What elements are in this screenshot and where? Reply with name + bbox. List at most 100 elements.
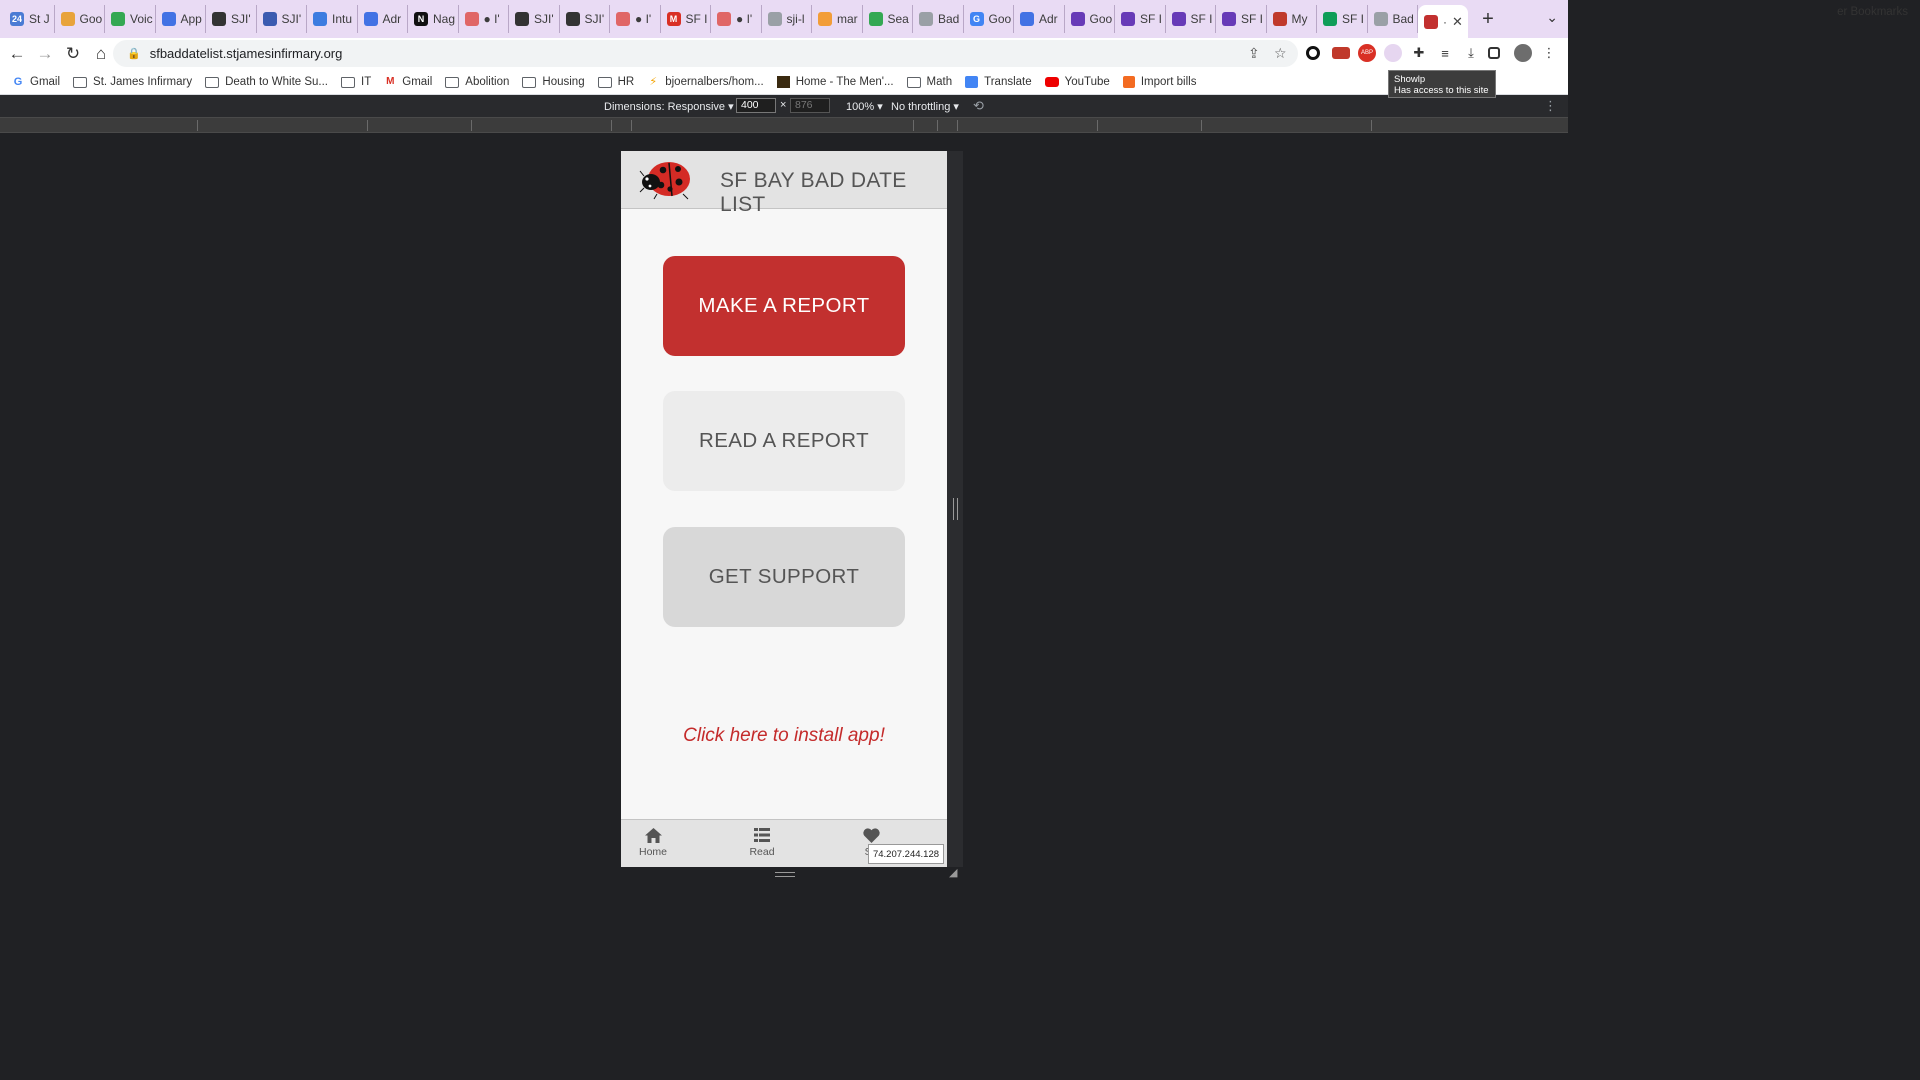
tab-favicon-icon: M — [666, 12, 681, 26]
tab[interactable]: SJI' — [206, 5, 257, 33]
device-more-icon[interactable]: ⋮ — [1544, 98, 1557, 114]
extension-circle-icon[interactable] — [1306, 46, 1320, 60]
tab[interactable]: Intu — [307, 5, 358, 33]
tab[interactable]: Goo — [55, 5, 105, 33]
tab[interactable]: SF I — [1317, 5, 1368, 33]
tab[interactable]: ● I' — [711, 5, 762, 33]
adblock-icon[interactable]: ABP — [1358, 44, 1376, 62]
resize-handle-right[interactable] — [953, 498, 958, 520]
tab[interactable]: N Nag — [408, 5, 459, 33]
dimensions-dropdown[interactable]: Dimensions: Responsive ▾ — [604, 100, 734, 113]
bookmark-item[interactable]: Home - The Men'... — [776, 76, 894, 88]
media-query-ruler[interactable] — [0, 117, 1568, 133]
ruler-tick — [937, 120, 938, 131]
url-text[interactable]: sfbaddatelist.stjamesinfirmary.org — [150, 46, 343, 61]
bookmark-item[interactable]: IT — [341, 76, 371, 88]
tab[interactable]: My — [1267, 5, 1317, 33]
share-icon[interactable]: ⇪ — [1248, 45, 1260, 62]
tab-favicon-icon — [1373, 12, 1388, 26]
tab[interactable]: M SF I — [661, 5, 711, 33]
bookmark-item[interactable]: YouTube — [1044, 76, 1110, 88]
bookmark-label: St. James Infirmary — [93, 76, 193, 88]
tab-label: SJI' — [231, 12, 251, 26]
home-icon[interactable]: ⌂ — [88, 41, 114, 67]
back-arrow-icon[interactable]: ← — [4, 41, 30, 67]
folder-icon — [445, 76, 460, 88]
throttling-dropdown[interactable]: No throttling ▾ — [891, 100, 959, 113]
site-icon — [776, 76, 790, 88]
tab[interactable]: mar — [812, 5, 863, 33]
install-app-link[interactable]: Click here to install app! — [621, 725, 947, 747]
tab[interactable]: SF I — [1115, 5, 1166, 33]
other-bookmarks[interactable]: er Bookmarks — [1837, 6, 1908, 18]
profile-avatar[interactable] — [1514, 44, 1532, 62]
bookmark-item[interactable]: M Gmail — [384, 76, 432, 88]
bookmark-star-icon[interactable]: ☆ — [1274, 45, 1287, 62]
tab[interactable]: ● I' — [610, 5, 661, 33]
bookmark-label: Housing — [542, 76, 585, 88]
extension-red-icon[interactable] — [1332, 47, 1350, 59]
nav-home[interactable]: Home — [623, 826, 683, 858]
bookmark-item[interactable]: Death to White Su... — [205, 76, 328, 88]
lock-icon[interactable]: 🔒 — [127, 47, 141, 60]
tab[interactable]: Voic — [105, 5, 156, 33]
tab-favicon-icon — [464, 12, 479, 26]
resize-handle-corner[interactable]: ◢ — [949, 866, 957, 879]
reading-list-icon[interactable]: ≡ — [1436, 44, 1454, 62]
tab[interactable]: G Goo — [964, 5, 1014, 33]
bookmark-label: bjoernalbers/hom... — [665, 76, 764, 88]
make-a-report-button[interactable]: MAKE A REPORT — [663, 256, 905, 356]
new-tab-icon[interactable]: + — [1474, 5, 1502, 33]
get-support-button[interactable]: GET SUPPORT — [663, 527, 905, 627]
tab[interactable]: ● I' — [459, 5, 509, 33]
puzzle-extensions-icon[interactable]: ✚ — [1410, 44, 1428, 62]
tab[interactable]: SJI' — [257, 5, 307, 33]
download-icon[interactable]: ⤓ — [1462, 44, 1480, 62]
tab[interactable]: Sea — [863, 5, 913, 33]
rotate-icon[interactable]: ⟲ — [973, 98, 984, 114]
forward-arrow-icon[interactable]: → — [32, 41, 58, 67]
bookmark-item[interactable]: G Gmail — [12, 76, 60, 88]
tab[interactable]: Adr — [358, 5, 408, 33]
side-panel-icon[interactable] — [1488, 47, 1500, 59]
tab[interactable]: App — [156, 5, 206, 33]
width-input[interactable]: 400 — [736, 98, 776, 113]
bookmark-label: YouTube — [1064, 76, 1110, 88]
bookmark-item[interactable]: St. James Infirmary — [73, 76, 192, 88]
bookmark-item[interactable]: Math — [906, 76, 952, 88]
close-tab-icon[interactable]: ✕ — [1452, 14, 1463, 30]
folder-icon — [205, 76, 220, 88]
kebab-menu-icon[interactable]: ⋮ — [1540, 44, 1558, 62]
zoom-dropdown[interactable]: 100% ▾ — [846, 100, 883, 113]
bookmark-item[interactable]: Import bills — [1122, 76, 1197, 88]
height-input[interactable]: 876 — [790, 98, 830, 113]
bookmark-item[interactable]: HR — [597, 76, 634, 88]
tab[interactable]: 24 St J — [4, 5, 55, 33]
tab[interactable]: Bad — [1368, 5, 1418, 33]
showlp-extension-icon[interactable] — [1384, 44, 1402, 62]
resize-handle-bottom[interactable] — [775, 872, 795, 877]
tab-label: ● I' — [736, 12, 753, 26]
bookmark-item[interactable]: ⚡ bjoernalbers/hom... — [647, 76, 763, 88]
nav-read[interactable]: Read — [732, 826, 792, 858]
bookmark-label: Import bills — [1140, 76, 1197, 88]
reload-icon[interactable]: ↻ — [60, 41, 86, 67]
tab[interactable]: Bad — [913, 5, 964, 33]
tab[interactable]: SJI' — [560, 5, 610, 33]
tab[interactable]: SJI' — [509, 5, 560, 33]
tooltip-body: Has access to this site — [1394, 85, 1489, 96]
tab[interactable]: SF I — [1216, 5, 1267, 33]
tab-search-chevron-icon[interactable]: ⌄ — [1546, 9, 1558, 26]
tab[interactable]: Adr — [1014, 5, 1065, 33]
tab-favicon-icon — [868, 12, 883, 26]
address-bar[interactable]: 🔒 sfbaddatelist.stjamesinfirmary.org ⇪ ☆ — [113, 40, 1298, 67]
tab-active[interactable]: · ✕ — [1418, 5, 1468, 38]
tab[interactable]: sji-l — [762, 5, 812, 33]
bookmark-item[interactable]: Abolition — [445, 76, 509, 88]
bookmark-item[interactable]: Translate — [965, 76, 1032, 88]
bookmark-item[interactable]: Housing — [522, 76, 585, 88]
tab-label: SF I — [685, 12, 708, 26]
read-a-report-button[interactable]: READ A REPORT — [663, 391, 905, 491]
tab[interactable]: SF I — [1166, 5, 1216, 33]
tab[interactable]: Goo — [1065, 5, 1115, 33]
